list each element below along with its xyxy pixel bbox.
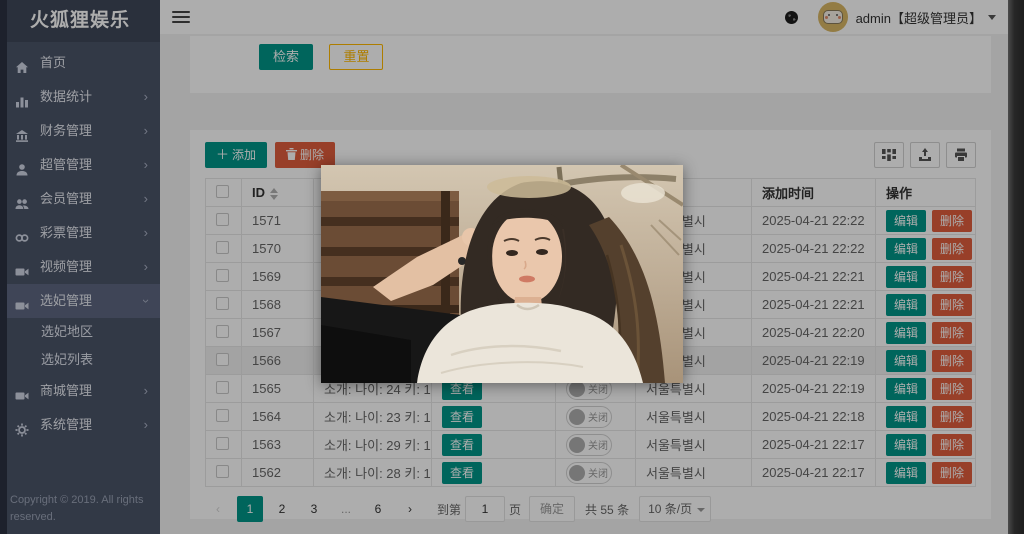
preview-photo <box>321 165 683 383</box>
photo-preview-popup[interactable] <box>321 165 683 383</box>
